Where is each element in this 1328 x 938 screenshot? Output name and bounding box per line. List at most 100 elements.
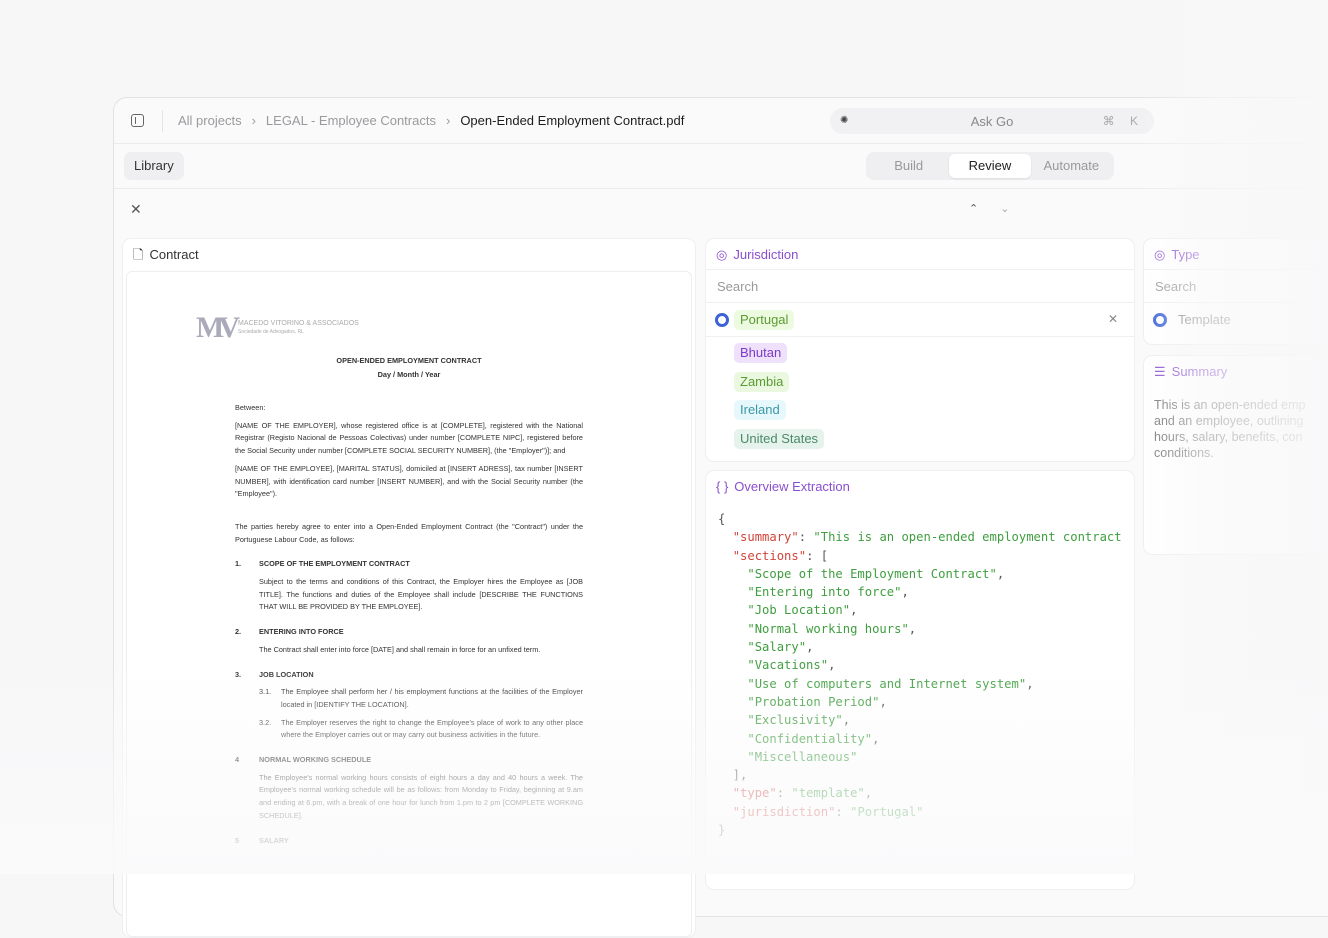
breadcrumb-all-projects[interactable]: All projects [178, 113, 242, 128]
check-circle-icon: ◎ [1154, 246, 1166, 262]
chip-template: Template [1178, 312, 1231, 327]
panel-title: Overview Extraction [734, 479, 850, 494]
json-token: "Exclusivity" [747, 713, 843, 728]
subsection-number: 3.2. [259, 717, 272, 727]
section-body: The Contract shall enter into force [DAT… [259, 644, 541, 654]
json-token: "Confidentiality" [747, 731, 873, 746]
json-line: "sections": [ [718, 547, 1122, 565]
option-chip[interactable]: Bhutan [734, 343, 788, 363]
json-token: "This is an open-ended employment contra… [813, 530, 1122, 545]
doc-section-heading: 5 SALARY [235, 835, 583, 848]
selected-option[interactable]: Template [1144, 303, 1328, 337]
section-title: NORMAL WORKING SCHEDULE [259, 755, 372, 765]
panel-title: Jurisdiction [733, 246, 799, 262]
jurisdiction-search-input[interactable]: Search [706, 270, 1134, 303]
breadcrumb: All projects › LEGAL - Employee Contract… [178, 113, 684, 128]
logo-name: MACEDO VITORINO & ASSOCIADOS [237, 320, 359, 327]
json-line: } [718, 821, 1122, 839]
breadcrumb-file: Open-Ended Employment Contract.pdf [460, 113, 685, 128]
library-button[interactable]: Library [124, 152, 184, 180]
section-title: SCOPE OF THE EMPLOYMENT CONTRACT [259, 559, 410, 569]
json-token: : [835, 804, 851, 819]
section-number: 1. [235, 559, 242, 569]
json-line: "Scope of the Employment Contract", [718, 565, 1122, 583]
json-token: } [718, 823, 726, 838]
chevron-up-icon[interactable]: ⌃ [969, 202, 978, 215]
json-token: , [879, 694, 887, 709]
json-token: , [901, 585, 909, 600]
tab-automate[interactable]: Automate [1031, 154, 1112, 178]
clear-icon[interactable]: ✕ [1108, 312, 1118, 326]
overview-panel: { } Overview Extraction { "summary": "Thi… [705, 470, 1135, 890]
subsection-text: The Employer reserves the right to chang… [281, 717, 583, 740]
lines-icon: ☰ [1154, 364, 1166, 379]
json-token: , [828, 658, 836, 673]
panel-title: Summary [1171, 364, 1228, 379]
json-token: : [798, 530, 814, 545]
doc-section-heading: 1. SCOPE OF THE EMPLOYMENT CONTRACT [235, 558, 583, 571]
section-number: 3. [235, 669, 242, 679]
section-number: 4 [235, 755, 240, 765]
option-chip[interactable]: Zambia [734, 371, 790, 392]
subsection-number: 3.1. [259, 687, 272, 697]
json-token: , [872, 731, 880, 746]
json-token: "type" [732, 786, 777, 801]
json-token: : [776, 786, 792, 801]
chevron-down-icon[interactable]: ⌄ [1000, 202, 1009, 215]
json-token: "Vacations" [747, 658, 829, 673]
selected-option[interactable]: Portugal ✕ [706, 303, 1134, 337]
breadcrumb-project[interactable]: LEGAL - Employee Contracts [266, 113, 436, 128]
tab-build[interactable]: Build [868, 154, 949, 178]
json-line: "Confidentiality", [718, 730, 1122, 748]
json-token: , [996, 566, 1005, 581]
tab-review[interactable]: Review [949, 154, 1031, 178]
divider [162, 110, 163, 132]
doc-section-heading: 3. JOB LOCATION [235, 669, 583, 682]
section-body: Subject to the terms and conditions of t… [259, 577, 583, 612]
document-viewer[interactable]: MV MACEDO VITORINO & ASSOCIADOS Sociedade … [126, 271, 692, 937]
ask-go-input[interactable]: ✺ Ask Go ⌘ K [830, 108, 1154, 134]
json-line: "Exclusivity", [718, 711, 1122, 729]
firm-logo: MV MACEDO VITORINO & ASSOCIADOS Sociedade … [196, 310, 359, 344]
json-token: , [806, 640, 814, 655]
summary-line: and an employee, outlining [1154, 414, 1304, 428]
summary-line: conditions. [1154, 446, 1214, 460]
type-search-input[interactable]: Search [1144, 270, 1328, 303]
summary-text: This is an open-ended emp and an employe… [1144, 387, 1328, 471]
subsection: 3.2. The Employer reserves the right to c… [259, 717, 583, 742]
doc-paragraph: [NAME OF THE EMPLOYEE], [MARITAL STATUS]… [235, 463, 583, 499]
json-token: "Use of computers and Internet system" [747, 676, 1027, 691]
option-chip[interactable]: United States [734, 428, 825, 449]
doc-paragraph: The parties hereby agree to enter into a… [235, 521, 583, 544]
json-line: "type": "template", [718, 784, 1122, 802]
option-chip[interactable]: Ireland [734, 400, 786, 420]
section-number: 2. [235, 627, 242, 637]
top-bar: All projects › LEGAL - Employee Contract… [114, 98, 1328, 144]
type-panel: ◎ Type Search Template [1143, 238, 1328, 345]
json-token: "Entering into force" [747, 585, 902, 600]
json-token: "Probation Period" [747, 694, 880, 709]
json-line: "Normal working hours", [718, 620, 1122, 638]
close-icon[interactable]: ✕ [130, 201, 142, 218]
section-title: SALARY [259, 835, 289, 845]
json-token: "jurisdiction" [732, 804, 836, 819]
sidebar-toggle-icon[interactable] [131, 114, 144, 127]
doc-paragraph: Between: [235, 403, 266, 412]
section-title: ENTERING INTO FORCE [259, 627, 344, 637]
file-icon: 🗋 [133, 247, 144, 262]
chip-portugal: Portugal [734, 310, 795, 330]
contract-panel: 🗋 Contract MV MACEDO VITORINO & ASSOCIADOS… [122, 238, 696, 938]
summary-line: This is an open-ended emp [1154, 398, 1306, 412]
logo-sub: Sociedade de Advogados, RL [237, 329, 304, 335]
jurisdiction-panel: ◎ Jurisdiction Search Portugal ✕ Bhutan Za… [705, 238, 1135, 462]
doc-section-heading: 4 NORMAL WORKING SCHEDULE [235, 754, 583, 767]
chevron-right-icon: › [445, 113, 451, 128]
section-title: JOB LOCATION [259, 669, 314, 679]
